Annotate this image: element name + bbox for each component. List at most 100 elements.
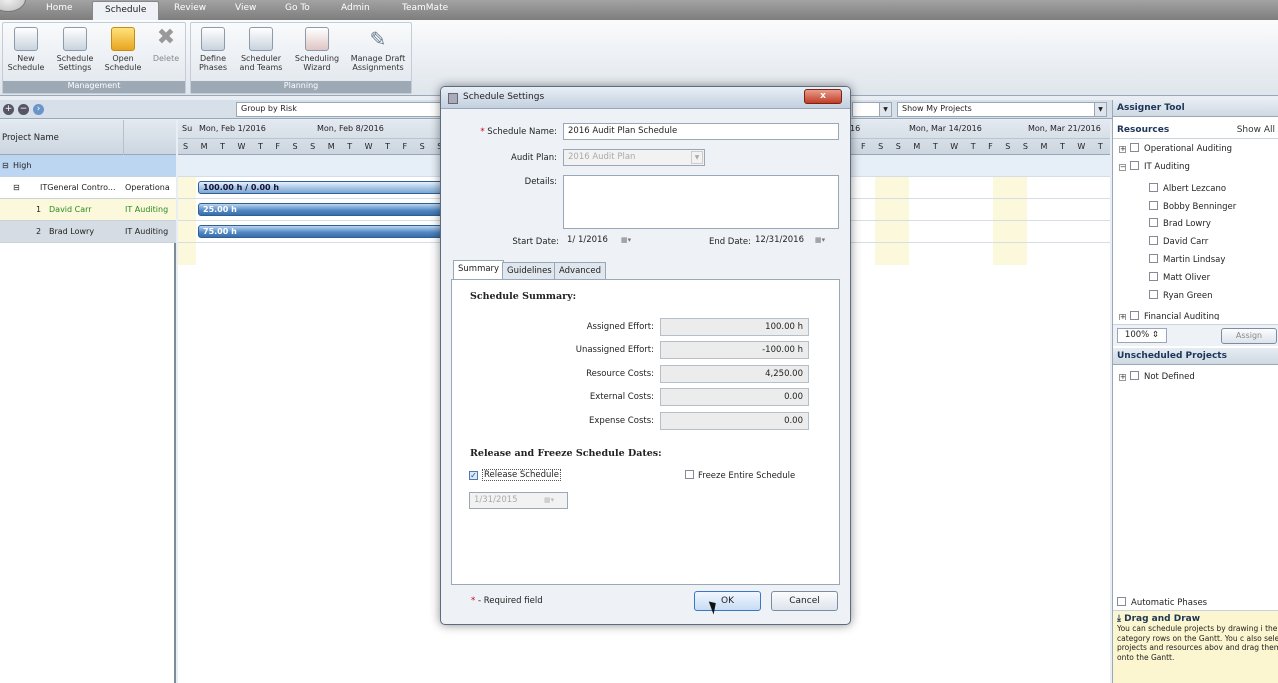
percent-stepper[interactable]: 100% ⇕ bbox=[1117, 328, 1167, 343]
checkbox[interactable] bbox=[1149, 254, 1158, 263]
project-bar[interactable]: 100.00 h / 0.00 h bbox=[198, 181, 458, 194]
define-phases-button[interactable]: Define Phases bbox=[193, 27, 233, 72]
automatic-phases-checkbox[interactable]: Automatic Phases bbox=[1117, 597, 1207, 608]
checkbox[interactable] bbox=[1130, 371, 1139, 380]
tree-item[interactable]: − IT Auditing bbox=[1119, 161, 1190, 172]
calendar-icon[interactable]: ▦▾ bbox=[815, 234, 833, 247]
tab-review[interactable]: Review bbox=[174, 3, 206, 13]
release-schedule-checkbox[interactable]: ✓ Release Schedule bbox=[469, 469, 561, 481]
project-row[interactable]: ⊟ ITGeneral Contro... Operationa bbox=[0, 177, 176, 199]
assign-button[interactable]: Assign bbox=[1221, 328, 1277, 344]
checkbox[interactable] bbox=[1130, 311, 1139, 320]
release-date-picker[interactable]: 1/31/2015 ▦▾ bbox=[469, 492, 568, 509]
tree-label: Albert Lezcano bbox=[1163, 184, 1227, 194]
tab-view[interactable]: View bbox=[235, 3, 256, 13]
day-letters-right: F S S M T W T F S S M T W T F bbox=[861, 142, 1110, 151]
close-icon[interactable]: x bbox=[804, 89, 842, 104]
open-schedule-button[interactable]: Open Schedule bbox=[103, 27, 143, 72]
audit-plan-select[interactable]: 2016 Audit Plan ▼ bbox=[563, 149, 705, 166]
chevron-down-icon: ▼ bbox=[691, 151, 703, 164]
tree-item[interactable]: + Operational Auditing bbox=[1119, 143, 1232, 154]
required-star: * bbox=[480, 127, 485, 137]
dialog-title-bar[interactable]: Schedule Settings x bbox=[441, 87, 850, 109]
checkbox[interactable] bbox=[1149, 183, 1158, 192]
filter-select[interactable]: ▼ bbox=[852, 102, 892, 117]
open-folder-icon bbox=[111, 27, 135, 51]
app-logo[interactable] bbox=[0, 0, 26, 12]
checkbox[interactable] bbox=[1130, 143, 1139, 152]
tab-guidelines[interactable]: Guidelines bbox=[502, 262, 557, 279]
assignment-bar[interactable]: 75.00 h bbox=[198, 225, 458, 238]
tab-home[interactable]: Home bbox=[46, 3, 73, 13]
schedule-name-input[interactable]: 2016 Audit Plan Schedule bbox=[563, 123, 839, 140]
details-textarea[interactable] bbox=[563, 175, 839, 229]
tree-item[interactable]: Albert Lezcano bbox=[1149, 183, 1226, 194]
cancel-button[interactable]: Cancel bbox=[771, 591, 838, 611]
collapse-all-icon[interactable]: − bbox=[18, 104, 29, 115]
btn-line: Scheduling bbox=[294, 54, 340, 63]
new-schedule-button[interactable]: New Schedule bbox=[5, 27, 47, 72]
calendar-icon[interactable]: ▦▾ bbox=[621, 234, 639, 247]
collapse-icon[interactable]: − bbox=[1119, 164, 1126, 171]
tree-label: Not Defined bbox=[1144, 372, 1195, 382]
group-row-high[interactable]: ⊟ High bbox=[0, 155, 176, 177]
end-date-picker[interactable]: 12/31/2016 ▦▾ bbox=[751, 233, 839, 250]
stepper-icon[interactable]: ⇕ bbox=[1152, 330, 1159, 340]
tab-schedule[interactable]: Schedule bbox=[92, 1, 160, 20]
ok-button[interactable]: OK bbox=[694, 591, 761, 611]
tree-item[interactable]: Ryan Green bbox=[1149, 290, 1213, 301]
checkbox[interactable] bbox=[1149, 272, 1158, 281]
expand-icon[interactable]: + bbox=[1119, 146, 1126, 153]
schedule-settings-button[interactable]: Schedule Settings bbox=[53, 27, 97, 72]
scheduling-wizard-button[interactable]: Scheduling Wizard bbox=[291, 27, 343, 72]
assign-bar: 100% ⇕ Assign bbox=[1113, 324, 1278, 346]
drag-and-draw-tip: ⤓ Drag and Draw You can schedule project… bbox=[1113, 610, 1278, 683]
expand-icon[interactable]: + bbox=[1119, 374, 1126, 381]
tree-item[interactable]: Martin Lindsay bbox=[1149, 254, 1225, 265]
checkbox[interactable] bbox=[1149, 290, 1158, 299]
tab-admin[interactable]: Admin bbox=[341, 3, 370, 13]
tree-item[interactable]: Matt Oliver bbox=[1149, 272, 1210, 283]
scheduler-teams-button[interactable]: Scheduler and Teams bbox=[237, 27, 285, 72]
calendar-icon[interactable]: ▦▾ bbox=[544, 494, 562, 507]
wizard-icon bbox=[305, 27, 329, 51]
collapse-icon[interactable]: ⊟ bbox=[2, 155, 9, 176]
col-project-name[interactable]: Project Name bbox=[2, 133, 59, 143]
schedule-settings-icon bbox=[63, 27, 87, 51]
show-projects-value: Show My Projects bbox=[902, 104, 972, 113]
resource-row[interactable]: 2 Brad Lowry IT Auditing bbox=[0, 221, 176, 243]
tree-item[interactable]: + Not Defined bbox=[1119, 371, 1195, 382]
tab-goto[interactable]: Go To bbox=[285, 3, 310, 13]
tree-item[interactable]: David Carr bbox=[1149, 236, 1208, 247]
start-date-picker[interactable]: 1/ 1/2016 ▦▾ bbox=[563, 233, 649, 250]
delete-button[interactable]: ✖ Delete bbox=[149, 27, 183, 64]
tree-item[interactable]: Bobby Benninger bbox=[1149, 201, 1236, 212]
show-all-link[interactable]: Show All bbox=[1237, 125, 1275, 135]
assignment-bar[interactable]: 25.00 h bbox=[198, 203, 458, 216]
checkbox[interactable] bbox=[1149, 218, 1158, 227]
checkbox[interactable] bbox=[1117, 597, 1126, 606]
group-by-select[interactable]: Group by Risk bbox=[236, 102, 442, 117]
check-icon[interactable]: ✓ bbox=[469, 471, 478, 480]
navigate-icon[interactable]: › bbox=[33, 104, 44, 115]
tab-teammate[interactable]: TeamMate bbox=[402, 3, 448, 13]
btn-line: Settings bbox=[58, 63, 92, 72]
checkbox[interactable] bbox=[1130, 161, 1139, 170]
show-projects-select[interactable]: Show My Projects ▼ bbox=[897, 102, 1107, 117]
resources-header: Resources Show All bbox=[1113, 122, 1278, 139]
freeze-schedule-checkbox[interactable]: Freeze Entire Schedule bbox=[685, 470, 795, 481]
checkbox[interactable] bbox=[685, 470, 694, 479]
tree-item[interactable]: Brad Lowry bbox=[1149, 218, 1211, 229]
expand-all-icon[interactable]: + bbox=[3, 104, 14, 115]
resource-row[interactable]: 1 David Carr IT Auditing bbox=[0, 199, 176, 221]
tab-advanced[interactable]: Advanced bbox=[554, 262, 606, 279]
tab-summary[interactable]: Summary bbox=[453, 260, 505, 280]
group-label-planning: Planning bbox=[191, 81, 411, 93]
checkbox[interactable] bbox=[1149, 236, 1158, 245]
tree-item[interactable]: + Financial Auditing bbox=[1119, 311, 1219, 320]
expand-icon[interactable]: + bbox=[1119, 314, 1126, 320]
summary-panel: Schedule Summary: Assigned Effort: 100.0… bbox=[451, 279, 840, 585]
checkbox[interactable] bbox=[1149, 201, 1158, 210]
collapse-icon[interactable]: ⊟ bbox=[13, 177, 20, 198]
manage-draft-button[interactable]: ✎ Manage Draft Assignments bbox=[347, 27, 409, 72]
